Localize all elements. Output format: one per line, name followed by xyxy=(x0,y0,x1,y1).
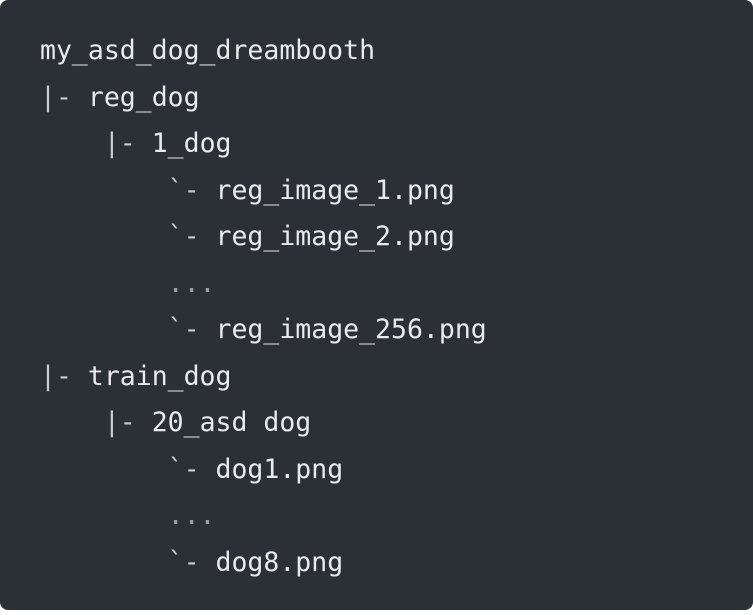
directory-tree: my_asd_dog_dreambooth |- reg_dog |- 1_dog… xyxy=(40,28,487,586)
tree-line-1-dog: |- 1_dog xyxy=(103,128,232,159)
tree-line-ellipsis-1: ... xyxy=(167,267,216,299)
tree-line-train-dog: |- train_dog xyxy=(40,360,232,392)
tree-line-root: my_asd_dog_dreambooth xyxy=(40,35,376,66)
tree-line-reg-dog: |- reg_dog xyxy=(40,81,200,113)
tree-line-reg-image-256: `- reg_image_256.png xyxy=(167,314,487,345)
tree-line-20-asd-dog: |- 20_asd dog xyxy=(103,407,312,438)
tree-line-dog8: `- dog8.png xyxy=(167,546,344,578)
tree-line-reg-image-2: `- reg_image_2.png xyxy=(167,221,455,252)
tree-line-reg-image-1: `- reg_image_1.png xyxy=(167,174,455,206)
tree-line-ellipsis-2: ... xyxy=(167,500,216,531)
tree-line-dog1: `- dog1.png xyxy=(167,453,344,485)
code-block: my_asd_dog_dreambooth |- reg_dog |- 1_dog… xyxy=(0,0,753,610)
